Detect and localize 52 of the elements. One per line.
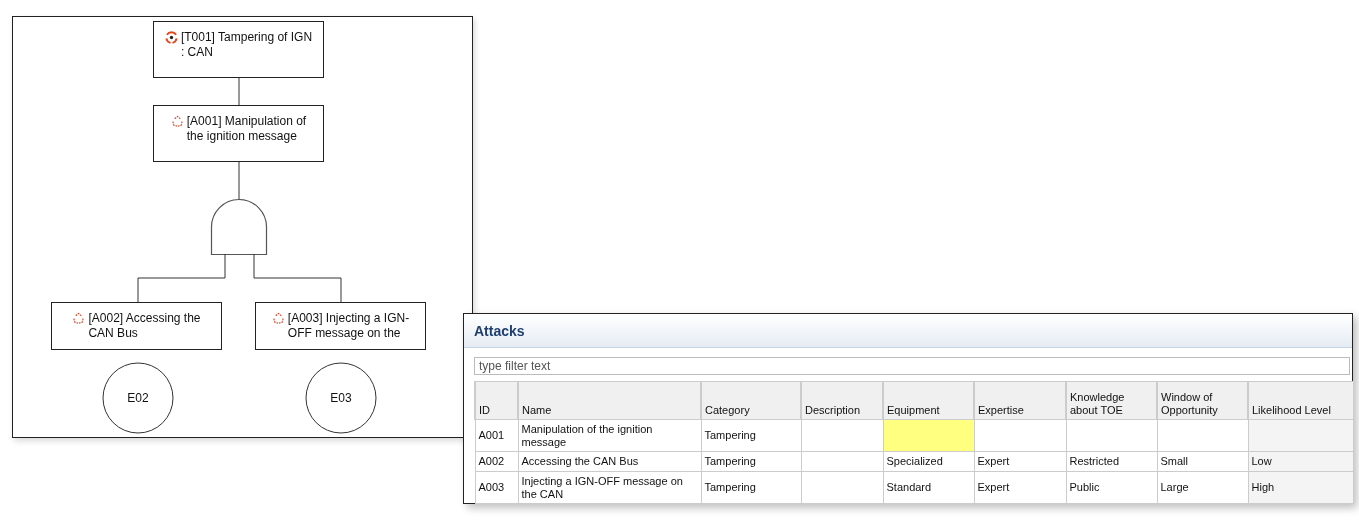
table-cell: High [1248,471,1353,504]
table-cell: Injecting a IGN-OFF message on the CAN [518,471,701,504]
table-cell: Expert [974,471,1066,504]
table-cell: Public [1066,471,1157,504]
node-text: [A003] Injecting a IGN- [287,311,410,326]
attack-node[interactable]: [A001] Manipulation of the ignition message [153,105,324,162]
table-cell: Restricted [1066,451,1157,472]
node-text: the ignition message [186,129,298,144]
table-cell: A001 [475,419,518,452]
table-cell: A002 [475,451,518,472]
node-text: : CAN [180,45,214,60]
threat-icon [164,31,178,44]
table-cell: Manipulation of the ignition message [518,419,701,452]
column-header[interactable]: Category [701,381,801,420]
table-cell: Specialized [883,451,974,472]
column-header[interactable]: Description [801,381,883,420]
event-node [102,362,174,434]
column-header[interactable]: Name [518,381,701,420]
panel-title: Attacks [474,322,525,339]
attack-icon [72,312,86,325]
table-cell: Large [1157,471,1248,504]
node-text: OFF message on the [287,326,402,341]
attack-node[interactable]: [A002] Accessing the CAN Bus [51,302,222,350]
table-cell: Tampering [701,471,801,504]
table-cell: Accessing the CAN Bus [518,451,701,472]
table-cell: Expert [974,451,1066,472]
column-header[interactable]: Expertise [974,381,1066,420]
table-cell: Small [1157,451,1248,472]
column-header[interactable]: Equipment [883,381,974,420]
event-label: E03 [329,391,353,405]
and-gate [210,198,268,256]
attack-icon [170,115,184,128]
filter-field[interactable]: type filter text [474,357,1350,375]
attack-node[interactable]: [A003] Injecting a IGN- OFF message on the [255,302,426,350]
node-text: [A002] Accessing the [88,311,201,326]
event-node [305,362,377,434]
table-cell: Tampering [701,419,801,452]
column-header[interactable]: ID [475,381,518,420]
column-header[interactable]: Likelihood Level [1248,381,1353,420]
node-text: [A001] Manipulation of [186,114,307,129]
column-header[interactable]: Window of Opportunity [1157,381,1248,420]
threat-node[interactable]: [T001] Tampering of IGN : CAN [153,21,324,78]
connector-line [238,77,240,106]
connector-line [238,161,240,201]
node-text: [T001] Tampering of IGN [180,30,313,45]
table-cell: Standard [883,471,974,504]
node-text: CAN Bus [88,326,139,341]
table-cell: A003 [475,471,518,504]
attack-icon [271,312,285,325]
column-header[interactable]: Knowledge about TOE [1066,381,1157,420]
table-cell: Tampering [701,451,801,472]
event-label: E02 [126,391,150,405]
